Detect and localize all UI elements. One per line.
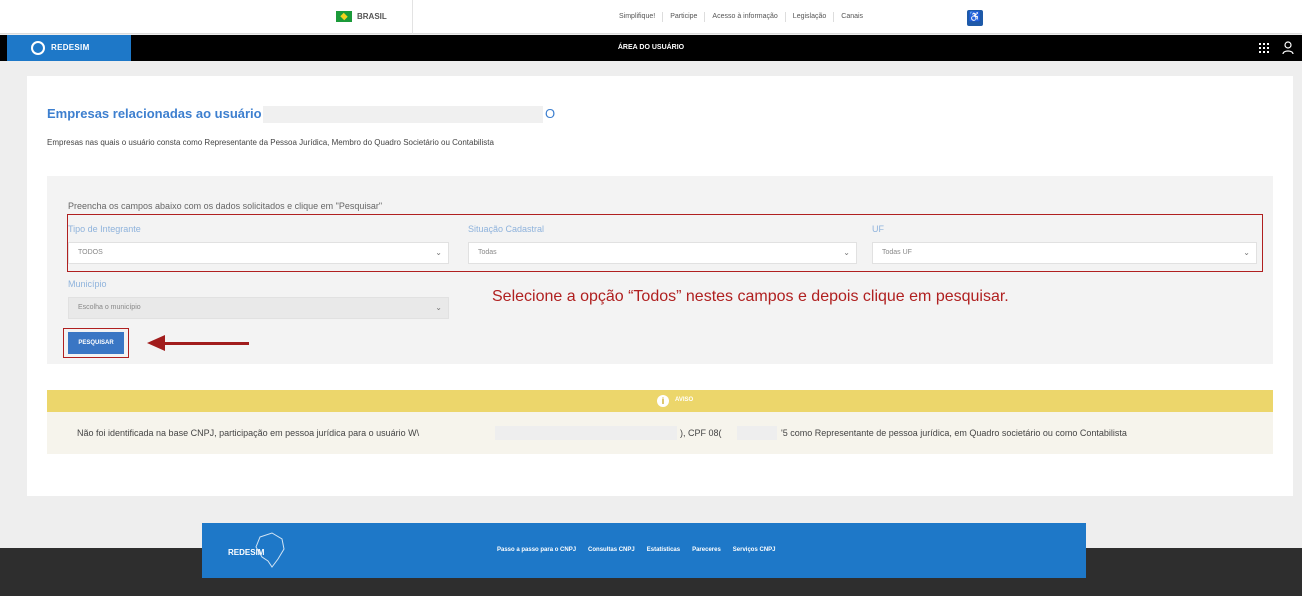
gov-link-acesso-informacao[interactable]: Acesso à informação xyxy=(705,12,786,22)
tipo-integrante-value: TODOS xyxy=(78,249,103,256)
footer-logo-text[interactable]: REDESIM xyxy=(228,548,264,557)
footer-links: Passo a passo para o CNPJ Consultas CNPJ… xyxy=(497,547,776,553)
footer-link-estatisticas[interactable]: Estatísticas xyxy=(647,547,680,553)
municipio-value: Escolha o município xyxy=(78,304,141,311)
page-title: Empresas relacionadas ao usuário - W\ xyxy=(47,106,290,121)
tipo-integrante-select[interactable]: TODOS ⌄ xyxy=(68,242,449,264)
municipio-select[interactable]: Escolha o município ⌄ xyxy=(68,297,449,319)
brazil-flag-icon xyxy=(336,11,352,22)
gov-link-participe[interactable]: Participe xyxy=(663,12,706,22)
redacted-cpf xyxy=(737,426,777,440)
info-icon: i xyxy=(657,395,669,407)
main-card: Empresas relacionadas ao usuário - W\ O … xyxy=(27,76,1293,496)
chevron-down-icon: ⌄ xyxy=(1243,248,1250,257)
gov-links: Simplifique! Participe Acesso à informaç… xyxy=(612,12,870,22)
user-icon[interactable] xyxy=(1282,41,1294,55)
situacao-cadastral-label: Situação Cadastral xyxy=(468,224,545,234)
gov-bar: BRASIL Simplifique! Participe Acesso à i… xyxy=(0,0,1302,34)
footer-link-passo-a-passo[interactable]: Passo a passo para o CNPJ xyxy=(497,547,576,553)
filters-hint: Preencha os campos abaixo com os dados s… xyxy=(68,201,383,211)
footer-link-servicos[interactable]: Serviços CNPJ xyxy=(733,547,776,553)
accessibility-icon[interactable]: ♿ xyxy=(967,10,983,26)
apps-grid-icon[interactable] xyxy=(1259,43,1269,53)
page-subtitle: Empresas nas quais o usuário consta como… xyxy=(47,138,494,147)
filter-panel: Preencha os campos abaixo com os dados s… xyxy=(47,176,1273,364)
situacao-cadastral-value: Todas xyxy=(478,249,497,256)
notice-title: AVISO xyxy=(675,397,694,403)
notice-body: Não foi identificada na base CNPJ, parti… xyxy=(47,412,1273,454)
gov-link-simplifique[interactable]: Simplifique! xyxy=(612,12,664,22)
uf-value: Todas UF xyxy=(882,249,912,256)
uf-select[interactable]: Todas UF ⌄ xyxy=(872,242,1257,264)
gov-link-legislacao[interactable]: Legislação xyxy=(786,12,835,22)
instruction-annotation: Selecione a opção “Todos” nestes campos … xyxy=(492,288,1009,305)
search-button[interactable]: PESQUISAR xyxy=(68,332,124,354)
page-title-suffix: O xyxy=(545,106,556,121)
arrow-shaft xyxy=(163,342,249,345)
chevron-down-icon: ⌄ xyxy=(435,303,442,312)
chevron-down-icon: ⌄ xyxy=(843,248,850,257)
tipo-integrante-label: Tipo de Integrante xyxy=(68,224,141,234)
situacao-cadastral-select[interactable]: Todas ⌄ xyxy=(468,242,857,264)
redacted-name xyxy=(495,426,677,440)
uf-label: UF xyxy=(872,224,884,234)
notice-cpf-text: ), CPF 08( xyxy=(680,428,722,438)
notice-text: Não foi identificada na base CNPJ, parti… xyxy=(77,428,420,438)
footer-panel: REDESIM Passo a passo para o CNPJ Consul… xyxy=(202,523,1086,578)
notice-header: i AVISO xyxy=(47,390,1273,412)
footer-link-consultas[interactable]: Consultas CNPJ xyxy=(588,547,635,553)
redacted-name xyxy=(263,106,543,123)
chevron-down-icon: ⌄ xyxy=(435,248,442,257)
municipio-label: Município xyxy=(68,279,107,289)
gov-link-canais[interactable]: Canais xyxy=(834,12,870,22)
footer-link-pareceres[interactable]: Pareceres xyxy=(692,547,721,553)
top-navbar: REDESIM ÁREA DO USUÁRIO xyxy=(0,35,1302,61)
divider xyxy=(412,0,413,34)
notice-text-end: '5 como Representante de pessoa jurídica… xyxy=(781,428,1127,438)
gov-brasil-link[interactable]: BRASIL xyxy=(357,12,387,21)
area-title: ÁREA DO USUÁRIO xyxy=(617,44,685,51)
